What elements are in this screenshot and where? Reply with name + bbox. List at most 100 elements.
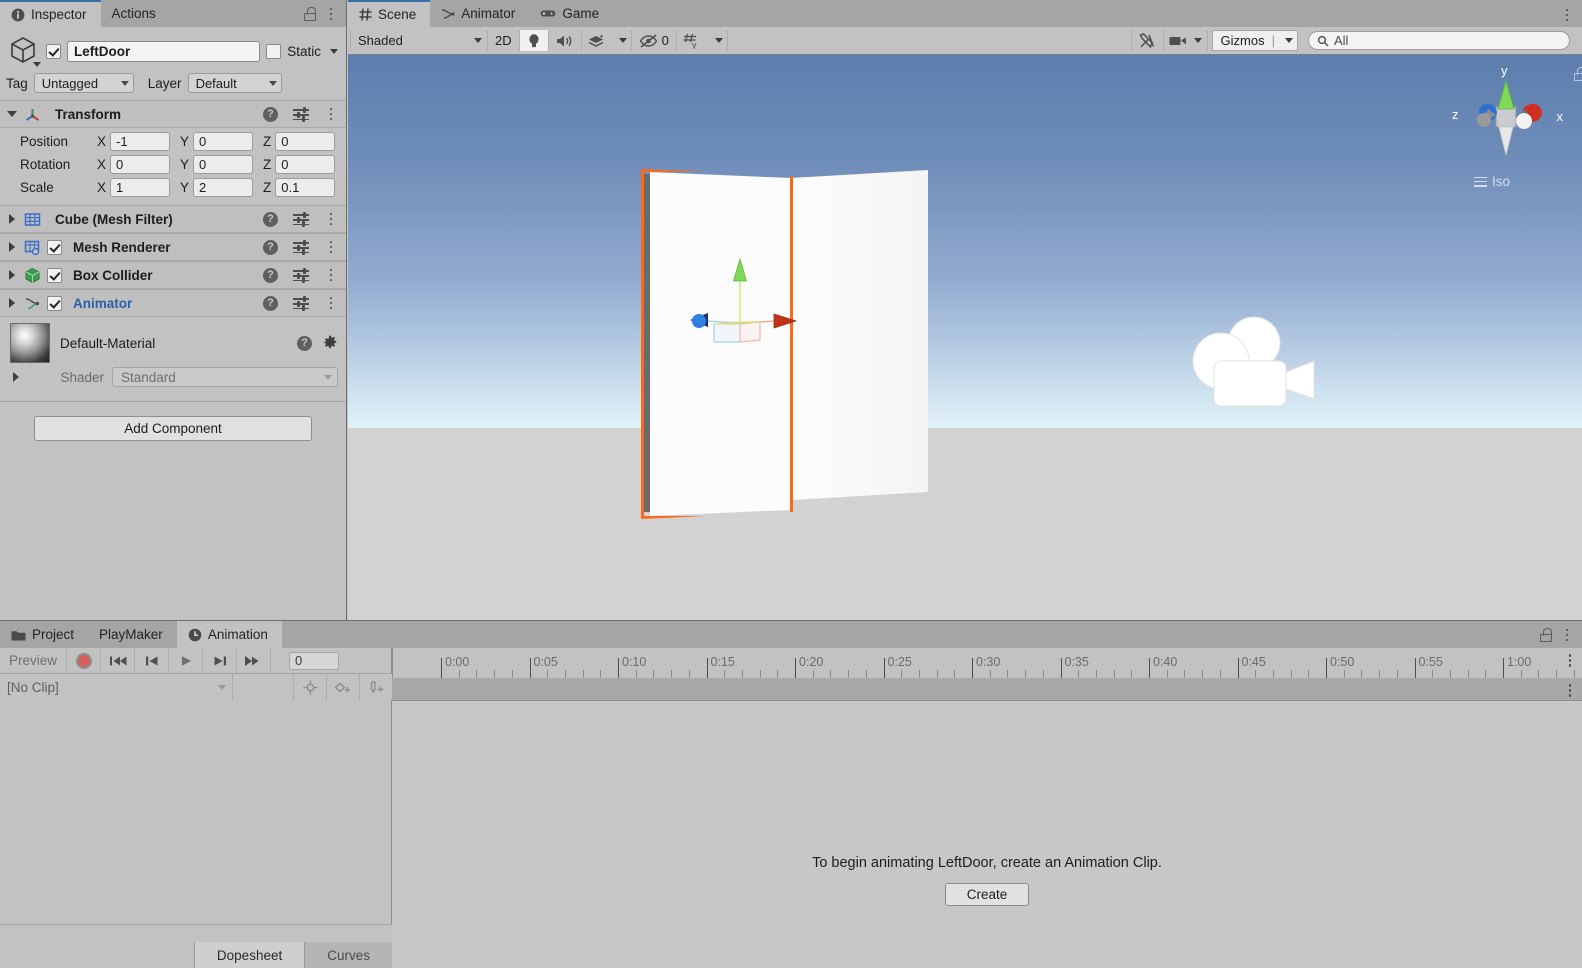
box-collider-enabled-checkbox[interactable] bbox=[47, 267, 62, 283]
timeline-menu-icon[interactable] bbox=[1563, 654, 1577, 667]
gizmos-dropdown[interactable]: Gizmos | bbox=[1211, 30, 1298, 51]
scale-x-input[interactable]: 1 bbox=[110, 178, 171, 197]
animator-title[interactable]: Animator bbox=[73, 296, 257, 311]
create-clip-button[interactable]: Create bbox=[945, 883, 1029, 906]
last-frame-button[interactable] bbox=[237, 648, 271, 673]
component-header-transform[interactable]: Transform ? bbox=[0, 100, 346, 128]
add-component-button[interactable]: Add Component bbox=[34, 416, 312, 441]
component-menu-icon[interactable] bbox=[324, 212, 338, 226]
fx-toggle-button[interactable] bbox=[582, 30, 612, 51]
ground-plane-object[interactable] bbox=[348, 427, 1582, 620]
position-x-input[interactable]: -1 bbox=[110, 132, 171, 151]
preset-icon[interactable] bbox=[293, 268, 309, 283]
scale-z-input[interactable]: 0.1 bbox=[275, 178, 336, 197]
lighting-toggle-button[interactable] bbox=[519, 30, 549, 51]
2d-toggle-button[interactable]: 2D bbox=[488, 30, 520, 51]
component-menu-icon[interactable] bbox=[324, 107, 338, 121]
component-header-mesh-filter[interactable]: Cube (Mesh Filter) ? bbox=[0, 205, 346, 233]
scene-menu-icon[interactable] bbox=[1560, 8, 1574, 21]
help-icon[interactable]: ? bbox=[263, 239, 278, 255]
object-active-checkbox[interactable] bbox=[46, 43, 61, 59]
preset-icon[interactable] bbox=[293, 296, 309, 311]
projection-mode-toggle[interactable]: Iso bbox=[1474, 174, 1510, 189]
component-header-box-collider[interactable]: Box Collider ? bbox=[0, 261, 346, 289]
tab-animator[interactable]: Animator bbox=[430, 0, 529, 27]
tab-curves[interactable]: Curves bbox=[304, 942, 392, 968]
tab-animation[interactable]: Animation bbox=[176, 621, 282, 648]
component-menu-icon[interactable] bbox=[324, 268, 338, 282]
add-keyframe-button[interactable] bbox=[294, 674, 327, 700]
help-icon[interactable]: ? bbox=[263, 267, 278, 283]
material-preview-thumbnail[interactable] bbox=[10, 323, 50, 363]
scene-camera-button[interactable] bbox=[1164, 30, 1208, 51]
animator-foldout-icon[interactable] bbox=[6, 298, 18, 308]
grid-snap-button[interactable]: y bbox=[677, 30, 708, 51]
animator-enabled-checkbox[interactable] bbox=[47, 295, 62, 311]
help-icon[interactable]: ? bbox=[297, 335, 312, 351]
current-frame-input[interactable]: 0 bbox=[289, 651, 339, 670]
box-collider-foldout-icon[interactable] bbox=[6, 270, 18, 280]
help-icon[interactable]: ? bbox=[263, 106, 278, 122]
fx-dropdown-button[interactable] bbox=[612, 30, 632, 51]
animation-timeline-ruler[interactable]: 0:00 0:05 0:10 0:15 0:20 0:25 0:30 0:35 0:40 0:45… bbox=[392, 648, 1582, 678]
record-button[interactable] bbox=[67, 648, 101, 673]
scale-y-input[interactable]: 2 bbox=[193, 178, 254, 197]
component-header-animator[interactable]: Animator ? bbox=[0, 289, 346, 317]
preview-label[interactable]: Preview bbox=[0, 648, 67, 673]
add-event-button[interactable] bbox=[360, 674, 392, 700]
layer-dropdown[interactable]: Default bbox=[187, 73, 282, 93]
preset-icon[interactable] bbox=[293, 212, 309, 227]
tab-project[interactable]: Project bbox=[0, 621, 88, 648]
gear-icon[interactable] bbox=[322, 335, 338, 351]
component-header-mesh-renderer[interactable]: Mesh Renderer ? bbox=[0, 233, 346, 261]
animation-lock-icon[interactable] bbox=[1539, 628, 1553, 642]
play-button[interactable] bbox=[169, 648, 203, 673]
rotation-x-input[interactable]: 0 bbox=[110, 155, 171, 174]
scene-orientation-gizmo[interactable]: x y z Iso bbox=[1448, 63, 1564, 193]
tab-scene[interactable]: Scene bbox=[348, 0, 431, 27]
help-icon[interactable]: ? bbox=[263, 211, 278, 227]
animation-dopesheet-area[interactable]: To begin animating LeftDoor, create an A… bbox=[392, 678, 1582, 968]
rotation-y-input[interactable]: 0 bbox=[193, 155, 254, 174]
tag-dropdown[interactable]: Untagged bbox=[33, 73, 134, 93]
static-checkbox[interactable] bbox=[266, 43, 282, 59]
material-foldout-icon[interactable] bbox=[10, 372, 22, 382]
inspector-lock-icon[interactable] bbox=[303, 7, 317, 21]
static-dropdown-icon[interactable] bbox=[330, 48, 338, 54]
clip-selector-dropdown[interactable]: [No Clip] bbox=[0, 674, 233, 700]
position-y-input[interactable]: 0 bbox=[193, 132, 254, 151]
shader-dropdown[interactable]: Standard bbox=[112, 367, 338, 387]
mesh-filter-foldout-icon[interactable] bbox=[6, 214, 18, 224]
first-frame-button[interactable] bbox=[101, 648, 135, 673]
tab-game[interactable]: Game bbox=[529, 0, 613, 27]
audio-toggle-button[interactable] bbox=[549, 30, 582, 51]
component-menu-icon[interactable] bbox=[324, 296, 338, 310]
gameobject-cube-icon[interactable] bbox=[6, 34, 41, 68]
preset-icon[interactable] bbox=[293, 107, 309, 122]
scene-search-input[interactable]: All bbox=[1308, 31, 1570, 50]
help-icon[interactable]: ? bbox=[263, 295, 278, 311]
tab-actions[interactable]: Actions bbox=[101, 0, 170, 27]
preset-icon[interactable] bbox=[293, 240, 309, 255]
dopesheet-menu-icon[interactable] bbox=[1563, 684, 1577, 697]
move-gizmo[interactable] bbox=[668, 245, 828, 365]
tab-playmaker[interactable]: PlayMaker bbox=[88, 621, 177, 648]
transform-foldout-icon[interactable] bbox=[6, 111, 18, 117]
next-frame-button[interactable] bbox=[203, 648, 237, 673]
add-property-keyframe-button[interactable] bbox=[327, 674, 360, 700]
tab-inspector[interactable]: Inspector bbox=[0, 0, 101, 27]
prev-frame-button[interactable] bbox=[135, 648, 169, 673]
draw-mode-dropdown[interactable]: Shaded bbox=[350, 30, 488, 51]
hidden-objects-button[interactable]: 0 bbox=[632, 30, 677, 51]
mesh-renderer-foldout-icon[interactable] bbox=[6, 242, 18, 252]
rotation-z-input[interactable]: 0 bbox=[275, 155, 336, 174]
animation-menu-icon[interactable] bbox=[1560, 628, 1574, 642]
mesh-renderer-enabled-checkbox[interactable] bbox=[47, 239, 62, 255]
component-menu-icon[interactable] bbox=[324, 240, 338, 254]
object-name-input[interactable]: LeftDoor bbox=[67, 40, 261, 62]
scene-tools-button[interactable] bbox=[1130, 30, 1164, 51]
grid-dropdown-button[interactable] bbox=[708, 30, 728, 51]
inspector-menu-icon[interactable] bbox=[324, 7, 338, 21]
position-z-input[interactable]: 0 bbox=[275, 132, 336, 151]
camera-gizmo-icon[interactable] bbox=[1188, 313, 1318, 421]
